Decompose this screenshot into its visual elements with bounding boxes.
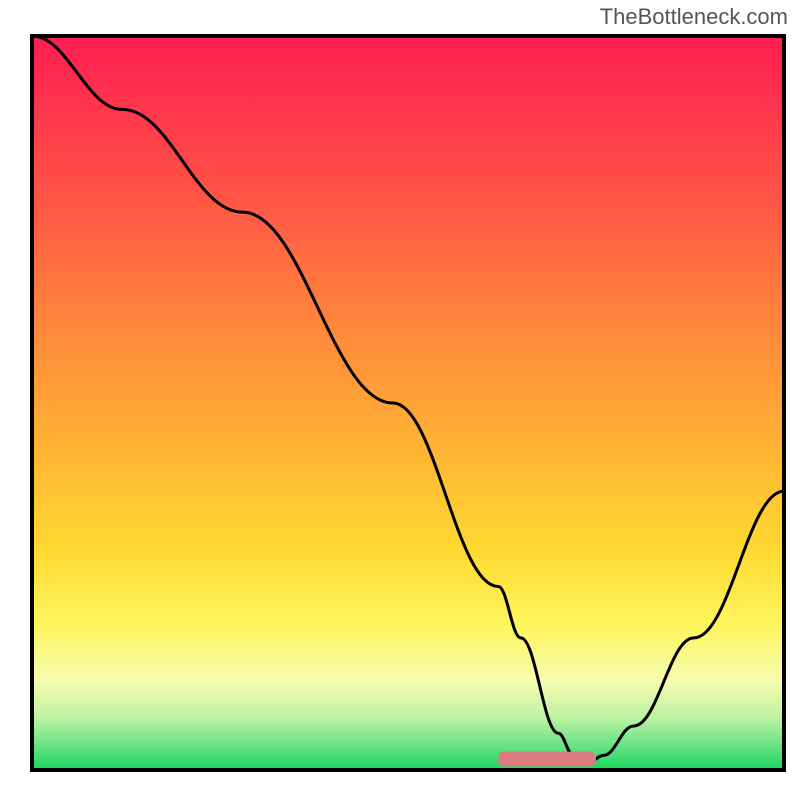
optimum-marker	[498, 752, 596, 767]
gradient-background	[32, 36, 784, 770]
bottleneck-chart	[0, 30, 800, 800]
watermark-text: TheBottleneck.com	[600, 4, 788, 30]
chart-frame: TheBottleneck.com	[0, 0, 800, 800]
